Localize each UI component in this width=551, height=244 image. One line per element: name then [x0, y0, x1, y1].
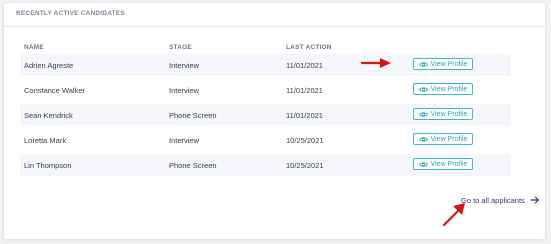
- view-profile-button[interactable]: View Profile: [413, 58, 473, 70]
- candidate-stage: Phone Screen: [169, 111, 217, 120]
- table-row: Constance Walker Interview 11/01/2021 Vi…: [20, 79, 511, 101]
- candidate-stage: Interview: [169, 86, 200, 95]
- view-profile-button[interactable]: View Profile: [413, 158, 473, 170]
- candidate-name: Lin Thompson: [24, 161, 72, 170]
- candidate-stage: Interview: [169, 61, 200, 70]
- eye-icon: [418, 86, 428, 92]
- table-row: Loretta Mark Interview 10/25/2021 View P…: [20, 129, 511, 151]
- candidate-name: Sean Kendrick: [24, 111, 73, 120]
- candidate-stage: Interview: [169, 136, 200, 145]
- view-profile-label: View Profile: [430, 60, 468, 68]
- table-row: Lin Thompson Phone Screen 10/25/2021 Vie…: [20, 154, 511, 176]
- all-applicants-link[interactable]: Go to all applicants: [461, 196, 525, 205]
- table-row: Adrien Agreste Interview 11/01/2021 View…: [20, 54, 511, 76]
- view-profile-label: View Profile: [430, 160, 468, 168]
- column-header-stage: STAGE: [169, 44, 192, 51]
- candidate-last-action: 11/01/2021: [286, 86, 323, 95]
- candidate-last-action: 11/01/2021: [286, 61, 323, 70]
- view-profile-button[interactable]: View Profile: [413, 83, 473, 95]
- eye-icon: [418, 61, 428, 67]
- view-profile-label: View Profile: [430, 110, 468, 118]
- view-profile-label: View Profile: [430, 85, 468, 93]
- candidate-last-action: 10/25/2021: [286, 161, 324, 170]
- view-profile-label: View Profile: [430, 135, 468, 143]
- candidate-name: Adrien Agreste: [24, 61, 74, 70]
- card-header: RECENTLY ACTIVE CANDIDATES: [4, 3, 545, 27]
- candidate-stage: Phone Screen: [169, 161, 217, 170]
- candidate-last-action: 10/25/2021: [286, 136, 324, 145]
- view-profile-button[interactable]: View Profile: [413, 133, 473, 145]
- eye-icon: [418, 136, 428, 142]
- card-title: RECENTLY ACTIVE CANDIDATES: [16, 10, 125, 17]
- eye-icon: [418, 161, 428, 167]
- table-row: Sean Kendrick Phone Screen 11/01/2021 Vi…: [20, 104, 511, 126]
- arrow-right-icon[interactable]: [530, 195, 540, 205]
- recent-candidates-card: RECENTLY ACTIVE CANDIDATES NAME STAGE LA…: [3, 2, 546, 240]
- candidate-name: Constance Walker: [24, 86, 85, 95]
- view-profile-button[interactable]: View Profile: [413, 108, 473, 120]
- eye-icon: [418, 111, 428, 117]
- candidate-last-action: 11/01/2021: [286, 111, 323, 120]
- column-header-name: NAME: [24, 44, 44, 51]
- column-header-last-action: LAST ACTION: [286, 44, 332, 51]
- candidate-name: Loretta Mark: [24, 136, 67, 145]
